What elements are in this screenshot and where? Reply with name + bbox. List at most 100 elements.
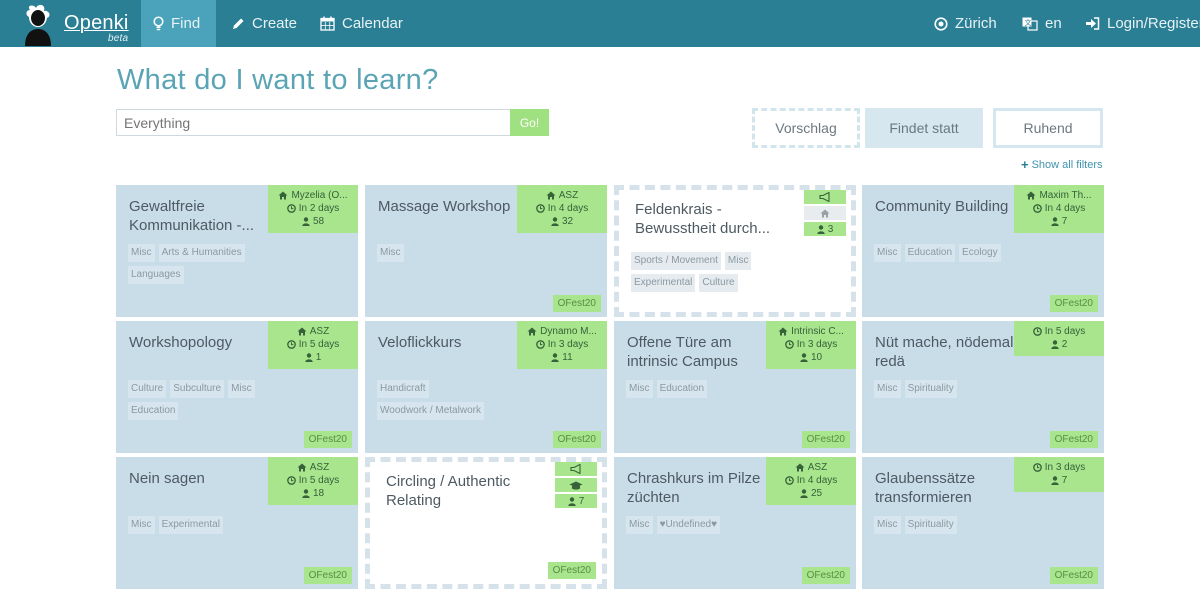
course-tag[interactable]: Handicraft: [377, 380, 429, 398]
group-badge[interactable]: OFest20: [547, 562, 596, 579]
nav-find[interactable]: Find: [141, 0, 216, 47]
venue[interactable]: Myzelia (O...: [272, 189, 354, 202]
course-tag[interactable]: Spirituality: [904, 380, 957, 398]
course-tag[interactable]: Misc: [377, 244, 404, 262]
course-tag[interactable]: Spirituality: [904, 516, 957, 534]
venue[interactable]: Intrinsic C...: [770, 325, 852, 338]
filter-proposal[interactable]: Vorschlag: [752, 108, 860, 148]
course-tag[interactable]: Ecology: [959, 244, 1001, 262]
group-badge[interactable]: OFest20: [1049, 295, 1098, 312]
course-tag[interactable]: Languages: [128, 266, 184, 284]
participants: 2: [1018, 338, 1100, 351]
language-selector[interactable]: 文 en: [1022, 0, 1062, 47]
group-badge[interactable]: OFest20: [303, 431, 352, 448]
group-badge[interactable]: OFest20: [303, 567, 352, 584]
group-badge[interactable]: OFest20: [1049, 431, 1098, 448]
next-date: In 3 days: [770, 338, 852, 351]
filter-ongoing[interactable]: Findet statt: [865, 108, 983, 148]
course-tag[interactable]: Woodwork / Metalwork: [377, 402, 484, 420]
course-tag[interactable]: Education: [128, 402, 179, 420]
course-card[interactable]: Community Building Misc Education Ecology Ma…: [862, 185, 1104, 317]
course-card[interactable]: Veloflickkurs Handicraft Woodwork / Metalw…: [365, 321, 607, 453]
search-go-button[interactable]: Go!: [510, 109, 549, 136]
group-badge[interactable]: OFest20: [552, 295, 601, 312]
group-badge[interactable]: OFest20: [801, 431, 850, 448]
pencil-icon: [232, 17, 245, 30]
course-tag[interactable]: Culture: [128, 380, 167, 398]
course-title[interactable]: Circling / Authentic Relating: [386, 472, 536, 510]
proposal-info: 3: [804, 190, 846, 238]
nav-create[interactable]: Create: [232, 0, 297, 47]
venue[interactable]: ASZ: [272, 461, 354, 474]
course-title[interactable]: Workshopology: [129, 333, 269, 352]
filter-resting[interactable]: Ruhend: [993, 108, 1103, 148]
clock-icon: [535, 340, 545, 349]
venue-name: Myzelia (O...: [291, 190, 348, 201]
home-icon: [778, 327, 788, 336]
clock-icon: [1032, 204, 1042, 213]
course-card[interactable]: Workshopology Culture Subculture Misc Educat…: [116, 321, 358, 453]
course-card[interactable]: Feldenkrais - Bewusstheit durch... Sports…: [614, 185, 856, 317]
group-badge[interactable]: OFest20: [801, 567, 850, 584]
course-title[interactable]: Massage Workshop: [378, 197, 518, 216]
course-title[interactable]: Nein sagen: [129, 469, 269, 488]
course-tag[interactable]: Education: [656, 380, 708, 398]
venue[interactable]: ASZ: [272, 325, 354, 338]
course-tag[interactable]: Education: [904, 244, 956, 262]
next-date: In 2 days: [272, 202, 354, 215]
nav-calendar[interactable]: Calendar: [320, 0, 403, 47]
nav-calendar-label: Calendar: [342, 15, 403, 32]
show-all-filters-link[interactable]: + Show all filters: [1021, 157, 1103, 172]
date-text: In 4 days: [1044, 203, 1086, 214]
course-tag[interactable]: Misc: [626, 380, 653, 398]
course-tag[interactable]: Experimental: [158, 516, 223, 534]
search-input[interactable]: [116, 109, 511, 136]
course-card[interactable]: Circling / Authentic Relating 7 OFest20: [365, 457, 607, 589]
venue[interactable]: ASZ: [770, 461, 852, 474]
course-tag[interactable]: Misc: [874, 380, 901, 398]
course-tag[interactable]: Misc: [128, 516, 155, 534]
venue[interactable]: Maxim Th...: [1018, 189, 1100, 202]
course-tag[interactable]: Experimental: [631, 274, 696, 292]
course-card[interactable]: Glaubenssätze transformieren Misc Spiritua…: [862, 457, 1104, 589]
date-text: In 2 days: [298, 203, 340, 214]
venue[interactable]: Dynamo M...: [521, 325, 603, 338]
group-badge[interactable]: OFest20: [552, 431, 601, 448]
course-title[interactable]: Community Building: [875, 197, 1015, 216]
course-card[interactable]: Chrashkurs im Pilze züchten Misc ♥Undefine…: [614, 457, 856, 589]
course-title[interactable]: Veloflickkurs: [378, 333, 518, 352]
venue[interactable]: ASZ: [521, 189, 603, 202]
course-tag[interactable]: Misc: [874, 516, 901, 534]
course-tag[interactable]: Misc: [874, 244, 901, 262]
course-tag[interactable]: Sports / Movement: [631, 252, 721, 270]
course-title[interactable]: Nüt mache, nödemal redä: [875, 333, 1015, 371]
course-title[interactable]: Offene Türe am intrinsic Campus: [627, 333, 767, 371]
course-tags: Misc Education Ecology: [874, 244, 1022, 262]
brand-link[interactable]: Openki beta: [16, 0, 129, 47]
course-card[interactable]: Offene Türe am intrinsic Campus Misc Educa…: [614, 321, 856, 453]
home-icon: [278, 191, 288, 200]
participants: 10: [770, 351, 852, 364]
course-title[interactable]: Gewaltfreie Kommunikation -...: [129, 197, 269, 235]
course-tag[interactable]: Subculture: [170, 380, 225, 398]
course-tag[interactable]: ♥Undefined♥: [656, 516, 721, 534]
login-register-link[interactable]: Login/Register: [1085, 0, 1200, 47]
course-title[interactable]: Glaubenssätze transformieren: [875, 469, 1015, 507]
course-title[interactable]: Chrashkurs im Pilze züchten: [627, 469, 767, 507]
course-tag[interactable]: Misc: [724, 252, 752, 270]
svg-text:文: 文: [1025, 18, 1032, 27]
course-tag[interactable]: Culture: [699, 274, 738, 292]
course-tag[interactable]: Misc: [626, 516, 653, 534]
course-tag[interactable]: Misc: [128, 244, 155, 262]
course-card[interactable]: Nüt mache, nödemal redä Misc Spirituality I…: [862, 321, 1104, 453]
group-badge[interactable]: OFest20: [1049, 567, 1098, 584]
participant-count: 25: [810, 488, 823, 499]
region-selector[interactable]: Zürich: [934, 0, 997, 47]
course-tag[interactable]: Arts & Humanities: [158, 244, 245, 262]
course-title[interactable]: Feldenkrais - Bewusstheit durch...: [635, 200, 785, 238]
course-card[interactable]: Gewaltfreie Kommunikation -... Misc Arts &…: [116, 185, 358, 317]
course-card[interactable]: Massage Workshop Misc ASZ In 4 days 32 OFest2…: [365, 185, 607, 317]
venue-name: ASZ: [309, 462, 330, 473]
course-card[interactable]: Nein sagen Misc Experimental ASZ In 5 days 18…: [116, 457, 358, 589]
course-tag[interactable]: Misc: [228, 380, 255, 398]
